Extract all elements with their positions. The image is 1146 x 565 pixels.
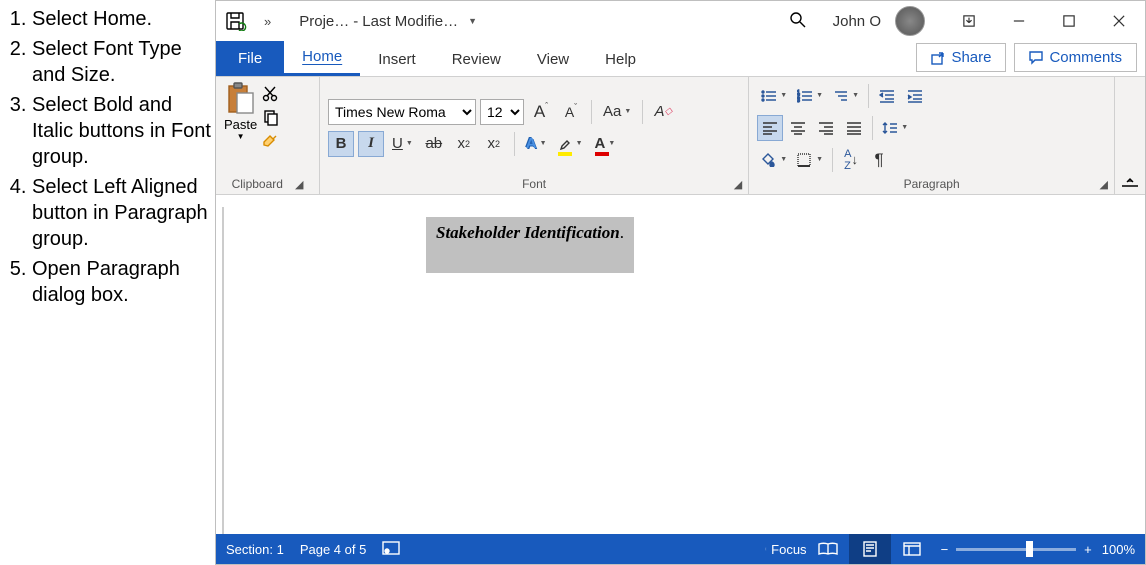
tab-help[interactable]: Help [587, 43, 654, 76]
subscript-button[interactable]: x2 [451, 131, 477, 157]
instruction-1: Select Home. [32, 6, 215, 32]
paragraph-group: ▼ 123▼ ▼ ▼ [749, 77, 1115, 194]
qat-overflow-icon[interactable]: » [260, 14, 275, 29]
multilevel-list-button[interactable]: ▼ [829, 83, 863, 109]
shrink-font-button[interactable]: Aˇ [558, 99, 584, 125]
doc-sep: - [353, 13, 358, 30]
tab-file[interactable]: File [216, 41, 284, 76]
line-spacing-button[interactable]: ▼ [878, 115, 912, 141]
search-icon[interactable] [783, 11, 813, 32]
paste-button[interactable]: Paste ▼ [224, 81, 257, 141]
title-bar: » Proje… - Last Modifie… ▼ John O [216, 1, 1145, 41]
collapse-ribbon-button[interactable] [1115, 77, 1145, 194]
tab-home[interactable]: Home [284, 40, 360, 76]
instruction-3: Select Bold and Italic buttons in Font g… [32, 92, 215, 170]
document-area[interactable]: Stakeholder Identification. [216, 195, 1145, 534]
read-mode-button[interactable] [807, 534, 849, 564]
clipboard-group: Paste ▼ Clipboard ◢ [216, 77, 320, 194]
status-section[interactable]: Section: 1 [226, 542, 284, 557]
clipboard-dialog-launcher[interactable]: ◢ [295, 178, 303, 191]
bullets-button[interactable]: ▼ [757, 83, 791, 109]
align-left-button[interactable] [757, 115, 783, 141]
minimize-button[interactable] [999, 6, 1039, 36]
selected-heading-text[interactable]: Stakeholder Identification. [426, 217, 634, 251]
numbering-button[interactable]: 123▼ [793, 83, 827, 109]
tab-insert[interactable]: Insert [360, 43, 434, 76]
cut-button[interactable] [259, 83, 281, 105]
ruler-edge [222, 207, 224, 534]
align-center-button[interactable] [785, 115, 811, 141]
comments-label: Comments [1049, 49, 1122, 66]
decrease-indent-button[interactable] [874, 83, 900, 109]
clear-formatting-button[interactable]: A◇ [650, 99, 676, 125]
borders-button[interactable]: ▼ [793, 147, 827, 173]
doc-save-status: Last Modifie… [362, 13, 458, 30]
word-window: » Proje… - Last Modifie… ▼ John O File H… [215, 0, 1146, 565]
font-group-label: Font [522, 177, 546, 191]
paragraph-group-label: Paragraph [904, 177, 960, 191]
zoom-in-button[interactable]: + [1084, 542, 1092, 557]
close-button[interactable] [1099, 6, 1139, 36]
clipboard-group-label: Clipboard [232, 177, 283, 191]
ribbon-tabs: File Home Insert Review View Help Share … [216, 41, 1145, 77]
instruction-4: Select Left Aligned button in Paragraph … [32, 174, 215, 252]
paste-label: Paste [224, 117, 257, 132]
strikethrough-button[interactable]: ab [421, 131, 447, 157]
tab-view[interactable]: View [519, 43, 587, 76]
svg-text:3: 3 [797, 98, 800, 103]
font-dialog-launcher[interactable]: ◢ [734, 178, 742, 191]
instruction-2: Select Font Type and Size. [32, 36, 215, 88]
focus-label: Focus [771, 542, 806, 557]
user-name[interactable]: John O [833, 13, 881, 30]
instruction-panel: Select Home. Select Font Type and Size. … [0, 0, 215, 565]
zoom-value[interactable]: 100% [1102, 542, 1135, 557]
superscript-button[interactable]: x2 [481, 131, 507, 157]
show-hide-button[interactable]: ¶ [866, 147, 892, 173]
grow-font-button[interactable]: Aˆ [528, 99, 554, 125]
status-bar: Section: 1 Page 4 of 5 Focus − + 100% [216, 534, 1145, 564]
increase-indent-button[interactable] [902, 83, 928, 109]
underline-button[interactable]: U▼ [388, 131, 417, 157]
zoom-track[interactable] [956, 548, 1076, 551]
sort-button[interactable]: AZ↓ [838, 147, 864, 173]
paragraph-dialog-launcher[interactable]: ◢ [1100, 178, 1108, 191]
font-size-select[interactable]: 12 [480, 99, 524, 125]
zoom-thumb[interactable] [1026, 541, 1033, 557]
instruction-5: Open Paragraph dialog box. [32, 256, 215, 308]
macro-recorder-icon[interactable] [382, 541, 400, 558]
change-case-button[interactable]: Aa▼ [599, 99, 635, 125]
comments-button[interactable]: Comments [1014, 43, 1137, 72]
maximize-button[interactable] [1049, 6, 1089, 36]
font-color-button[interactable]: A▼ [591, 131, 620, 157]
font-group: Times New Roma 12 Aˆ Aˇ Aa▼ A◇ B I U▼ ab [320, 77, 749, 194]
font-name-select[interactable]: Times New Roma [328, 99, 476, 125]
share-label: Share [951, 49, 991, 66]
copy-button[interactable] [259, 107, 281, 129]
zoom-out-button[interactable]: − [941, 542, 949, 557]
align-right-button[interactable] [813, 115, 839, 141]
avatar[interactable] [895, 6, 925, 36]
print-layout-button[interactable] [849, 534, 891, 564]
justify-button[interactable] [841, 115, 867, 141]
autosave-icon[interactable] [222, 9, 250, 33]
format-painter-button[interactable] [259, 131, 281, 153]
highlight-button[interactable]: ▼ [555, 131, 587, 157]
focus-mode-button[interactable]: Focus [765, 534, 807, 564]
ribbon-display-icon[interactable] [949, 6, 989, 36]
status-page[interactable]: Page 4 of 5 [300, 542, 367, 557]
dropdown-icon: ▼ [468, 16, 477, 26]
share-button[interactable]: Share [916, 43, 1006, 72]
ribbon: Paste ▼ Clipboard ◢ Times New Roma [216, 77, 1145, 195]
text-effects-button[interactable]: A▼ [522, 131, 551, 157]
italic-button[interactable]: I [358, 131, 384, 157]
doc-name: Proje… [299, 13, 349, 30]
document-title[interactable]: Proje… - Last Modifie… ▼ [299, 13, 477, 30]
web-layout-button[interactable] [891, 534, 933, 564]
chevron-down-icon: ▼ [237, 132, 245, 141]
shading-button[interactable]: ▼ [757, 147, 791, 173]
tab-review[interactable]: Review [434, 43, 519, 76]
zoom-slider[interactable]: − + [941, 542, 1092, 557]
bold-button[interactable]: B [328, 131, 354, 157]
